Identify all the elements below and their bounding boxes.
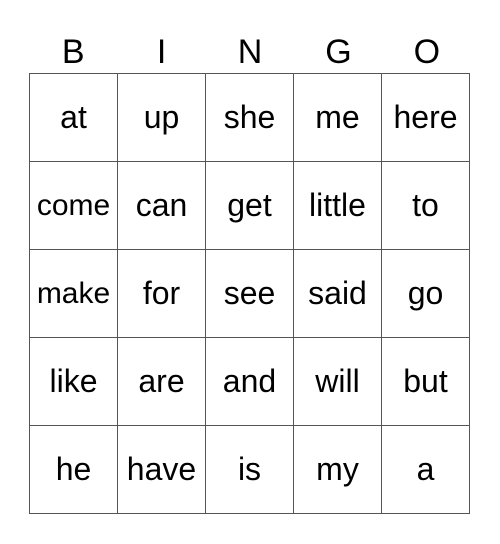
bingo-cell[interactable]: can [118,162,206,250]
header-letter-g: G [325,33,352,71]
bingo-cell[interactable]: are [118,338,206,426]
bingo-cell[interactable]: go [382,250,470,338]
bingo-cell[interactable]: my [294,426,382,514]
header-letter-b: B [61,33,85,71]
bingo-header: B I N G O [29,30,471,74]
bingo-cell[interactable]: see [206,250,294,338]
bingo-cell[interactable]: up [118,74,206,162]
bingo-cell[interactable]: at [30,74,118,162]
bingo-cell[interactable]: is [206,426,294,514]
bingo-cell[interactable]: come [30,162,118,250]
bingo-cell[interactable]: but [382,338,470,426]
bingo-cell[interactable]: here [382,74,470,162]
bingo-cell[interactable]: a [382,426,470,514]
bingo-cell[interactable]: me [294,74,382,162]
bingo-board: at up she me here come can get little to… [29,73,470,514]
header-letter-i: I [156,33,167,71]
bingo-cell[interactable]: she [206,74,294,162]
bingo-cell[interactable]: and [206,338,294,426]
bingo-cell[interactable]: like [30,338,118,426]
bingo-cell[interactable]: to [382,162,470,250]
bingo-cell[interactable]: make [30,250,118,338]
bingo-cell[interactable]: said [294,250,382,338]
header-letter-n: N [237,33,263,71]
bingo-cell[interactable]: have [118,426,206,514]
bingo-cell[interactable]: he [30,426,118,514]
bingo-cell[interactable]: for [118,250,206,338]
bingo-cell[interactable]: get [206,162,294,250]
bingo-cell[interactable]: little [294,162,382,250]
bingo-cell[interactable]: will [294,338,382,426]
header-letter-o: O [413,33,441,71]
